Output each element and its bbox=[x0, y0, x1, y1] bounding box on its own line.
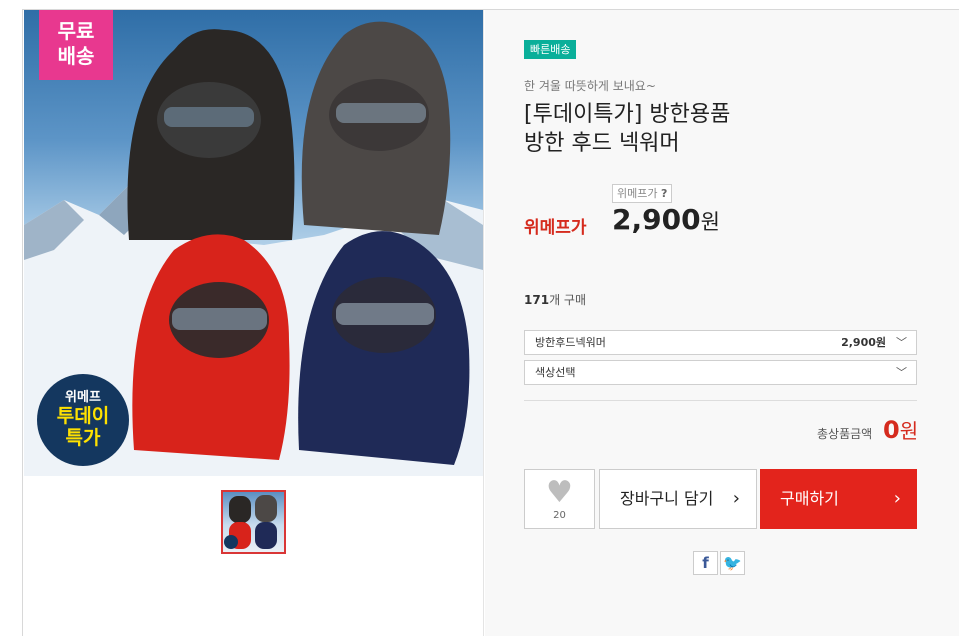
product-option-price: 2,900원 bbox=[841, 336, 886, 349]
like-count: 20 bbox=[553, 510, 566, 521]
promo-badge-line2: 투데이 bbox=[56, 405, 110, 427]
heart-icon: ♥ bbox=[546, 475, 573, 510]
image-pane: 무료 배송 위메프 투데이 특가 bbox=[23, 10, 484, 636]
product-price: 2,900원 bbox=[612, 203, 720, 236]
price-help-button[interactable]: 위메프가 ? bbox=[612, 184, 673, 203]
title-line-2: 방한 후드 넥워머 bbox=[524, 131, 680, 156]
info-pane: 빠른배송 한 겨울 따뜻하게 보내요~ [투데이특가] 방한용품 방한 후드 넥… bbox=[485, 10, 959, 636]
color-option-select[interactable]: 색상선택 ﹀ bbox=[524, 360, 917, 385]
purchase-count: 171개 구매 bbox=[524, 291, 586, 308]
title-line-1: [투데이특가] 방한용품 bbox=[524, 102, 731, 127]
twitter-icon[interactable]: 🐦 bbox=[720, 551, 745, 575]
chevron-right-icon: › bbox=[732, 488, 740, 509]
total-price: 0원 bbox=[883, 415, 918, 444]
buy-now-button[interactable]: 구매하기 › bbox=[760, 469, 917, 529]
product-subtitle: 한 겨울 따뜻하게 보내요~ bbox=[524, 79, 656, 93]
product-option-label: 방한후드넥워머 bbox=[535, 336, 606, 349]
total-price-unit: 원 bbox=[899, 419, 919, 443]
promo-badge-brand: 위메프 bbox=[65, 390, 101, 405]
divider bbox=[524, 400, 917, 401]
price-unit: 원 bbox=[700, 210, 720, 234]
product-option-select[interactable]: 방한후드넥워머 2,900원 ﹀ bbox=[524, 330, 917, 355]
price-label: 위메프가 bbox=[524, 218, 587, 238]
product-title: [투데이특가] 방한용품 방한 후드 넥워머 bbox=[524, 100, 944, 158]
chevron-right-icon: › bbox=[893, 488, 901, 509]
facebook-icon[interactable]: f bbox=[693, 551, 718, 575]
free-shipping-badge: 무료 배송 bbox=[39, 10, 113, 80]
color-option-label: 색상선택 bbox=[535, 366, 576, 379]
price-help-label: 위메프가 bbox=[617, 187, 658, 200]
product-thumbnail[interactable] bbox=[221, 490, 286, 554]
product-main-image: 무료 배송 위메프 투데이 특가 bbox=[24, 10, 483, 476]
share-buttons: f 🐦 bbox=[693, 551, 745, 575]
chevron-down-icon: ﹀ bbox=[896, 336, 907, 349]
fast-delivery-tag: 빠른배송 bbox=[524, 40, 577, 59]
question-icon: ? bbox=[660, 187, 668, 200]
purchase-count-suffix: 개 구매 bbox=[549, 293, 586, 307]
thumbnail-image bbox=[224, 495, 277, 549]
product-detail-frame: 무료 배송 위메프 투데이 특가 빠른배송 한 겨울 따뜻하게 보내요~ [투데… bbox=[22, 9, 959, 636]
total-price-value: 0 bbox=[883, 416, 900, 444]
chevron-down-icon: ﹀ bbox=[896, 366, 907, 379]
like-button[interactable]: ♥ 20 bbox=[524, 469, 595, 529]
hood-gray bbox=[301, 21, 451, 235]
today-deal-badge: 위메프 투데이 특가 bbox=[37, 374, 129, 466]
add-to-cart-button[interactable]: 장바구니 담기 › bbox=[599, 469, 757, 529]
purchase-count-value: 171 bbox=[524, 293, 550, 307]
buy-button-label: 구매하기 bbox=[780, 489, 839, 508]
cart-button-label: 장바구니 담기 bbox=[620, 489, 714, 508]
price-value: 2,900 bbox=[612, 203, 701, 236]
total-price-label: 총상품금액 bbox=[817, 427, 873, 441]
hood-black bbox=[127, 29, 295, 240]
promo-badge-line3: 특가 bbox=[65, 427, 101, 449]
